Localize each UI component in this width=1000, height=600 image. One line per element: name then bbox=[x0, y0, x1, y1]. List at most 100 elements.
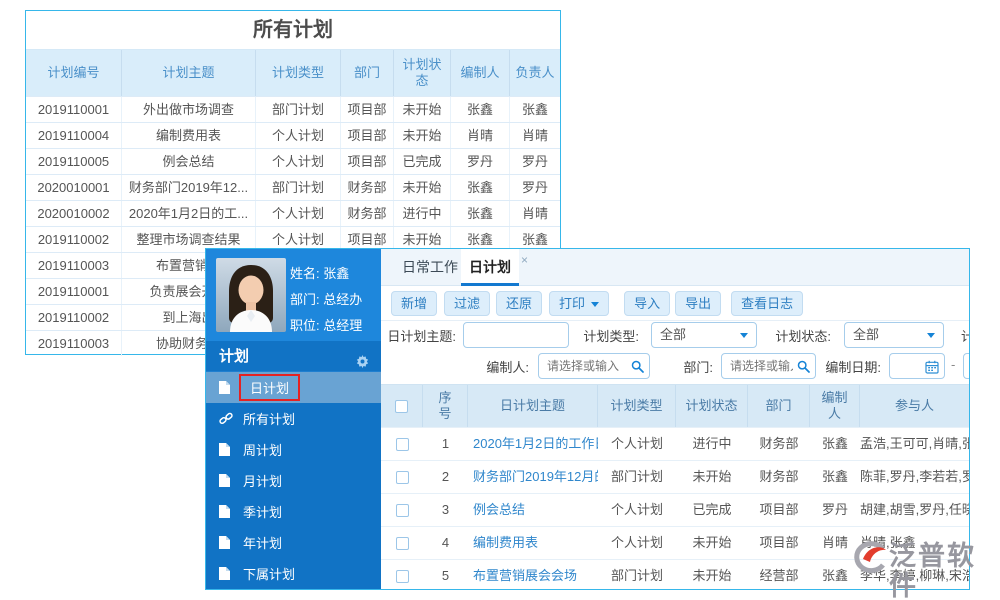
status-select-value: 全部 bbox=[853, 327, 879, 342]
cell: 肖晴 bbox=[510, 201, 560, 226]
calendar-icon[interactable] bbox=[925, 360, 939, 377]
sidebar-item-label: 所有计划 bbox=[243, 409, 295, 428]
table-row[interactable]: 2019110004 编制费用表 个人计划 项目部 未开始 肖晴 肖晴 bbox=[26, 122, 560, 148]
table-row[interactable]: 2 财务部门2019年12月的... 部门计划 未开始 财务部 张鑫 陈菲,罗丹… bbox=[381, 460, 969, 493]
cell: 罗丹 bbox=[451, 149, 510, 174]
cell: 2019110001 bbox=[26, 279, 122, 304]
cell: 张鑫 bbox=[451, 201, 510, 226]
main-content: 日常工作 日计划 × 新增 过滤 还原 打印 导入 导出 查看日志 日计划主题:… bbox=[381, 249, 969, 589]
cell: 已完成 bbox=[394, 149, 451, 174]
print-button[interactable]: 打印 bbox=[549, 291, 609, 316]
plan-subject-link[interactable]: 财务部门2019年12月的... bbox=[468, 461, 598, 493]
subject-input[interactable] bbox=[464, 323, 568, 347]
plan-table-header: 序号 日计划主题 计划类型 计划状态 部门 编制人 参与人 bbox=[381, 385, 969, 427]
cell: 个人计划 bbox=[598, 527, 676, 559]
sidebar-title: 计划 bbox=[219, 348, 249, 365]
col-header: 计划状态 bbox=[676, 385, 748, 427]
cell: 部门计划 bbox=[256, 175, 341, 200]
select-all-checkbox[interactable] bbox=[395, 400, 408, 413]
sidebar-item-daily-plan[interactable]: 日计划 bbox=[206, 372, 381, 403]
profile-department: 部门: 总经办 bbox=[290, 289, 362, 308]
date-to-input[interactable] bbox=[963, 353, 970, 379]
file-icon bbox=[219, 474, 235, 487]
all-plans-title: 所有计划 bbox=[26, 11, 560, 49]
filter-panel: 日计划主题: 计划类型: 全部 计划状态: 全部 计 编制人: 部门: bbox=[381, 321, 969, 384]
table-row[interactable]: 2020010001 财务部门2019年12... 部门计划 财务部 未开始 张… bbox=[26, 174, 560, 200]
all-plans-header-row: 计划编号 计划主题 计划类型 部门 计划状态 编制人 负责人 bbox=[26, 49, 560, 96]
cell: 财务部 bbox=[341, 175, 394, 200]
status-select[interactable]: 全部 bbox=[844, 322, 944, 348]
cell: 项目部 bbox=[748, 527, 810, 559]
col-header: 编制人 bbox=[810, 385, 860, 427]
sidebar-item-label: 日计划 bbox=[250, 381, 289, 396]
table-row[interactable]: 1 2020年1月2日的工作日... 个人计划 进行中 财务部 张鑫 孟浩,王可… bbox=[381, 427, 969, 460]
search-icon[interactable] bbox=[631, 360, 644, 376]
new-button[interactable]: 新增 bbox=[391, 291, 437, 316]
table-row[interactable]: 2019110005 例会总结 个人计划 项目部 已完成 罗丹 罗丹 bbox=[26, 148, 560, 174]
checkbox-cell bbox=[381, 428, 423, 460]
type-filter-label: 计划类型: bbox=[577, 326, 639, 345]
sidebar-item-label: 月计划 bbox=[243, 471, 282, 490]
sidebar-item-all-plans[interactable]: 所有计划 bbox=[206, 403, 381, 434]
date-from-input[interactable] bbox=[889, 353, 945, 379]
import-button[interactable]: 导入 bbox=[624, 291, 670, 316]
sidebar-item-label: 年计划 bbox=[243, 533, 282, 552]
table-row[interactable]: 2019110001 外出做市场调查 部门计划 项目部 未开始 张鑫 张鑫 bbox=[26, 96, 560, 122]
row-checkbox[interactable] bbox=[396, 504, 409, 517]
plan-subject-link[interactable]: 布置营销展会会场 bbox=[468, 560, 598, 590]
cell: 个人计划 bbox=[256, 201, 341, 226]
table-row[interactable]: 3 例会总结 个人计划 已完成 项目部 罗丹 胡建,胡雪,罗丹,任晓... bbox=[381, 493, 969, 526]
table-row[interactable]: 2020010002 2020年1月2日的工... 个人计划 财务部 进行中 张… bbox=[26, 200, 560, 226]
row-checkbox[interactable] bbox=[396, 471, 409, 484]
tab-daily-plan[interactable]: 日计划 × bbox=[461, 249, 519, 286]
col-header: 计划状态 bbox=[394, 50, 451, 96]
col-header: 计划编号 bbox=[26, 50, 122, 96]
row-checkbox[interactable] bbox=[396, 570, 409, 583]
subject-filter-input[interactable] bbox=[463, 322, 569, 348]
cell: 未开始 bbox=[676, 461, 748, 493]
cell: 部门计划 bbox=[256, 97, 341, 122]
close-icon[interactable]: × bbox=[521, 248, 528, 278]
col-header: 负责人 bbox=[510, 50, 560, 96]
dept-filter-input[interactable] bbox=[721, 353, 816, 379]
col-header: 计划类型 bbox=[256, 50, 341, 96]
toolbar: 新增 过滤 还原 打印 导入 导出 查看日志 bbox=[381, 286, 969, 321]
sidebar-item-yearly-plan[interactable]: 年计划 bbox=[206, 527, 381, 558]
row-checkbox[interactable] bbox=[396, 537, 409, 550]
filter-button[interactable]: 过滤 bbox=[444, 291, 490, 316]
watermark-logo-icon bbox=[851, 541, 887, 580]
export-button[interactable]: 导出 bbox=[675, 291, 721, 316]
cell: 项目部 bbox=[341, 149, 394, 174]
view-log-button[interactable]: 查看日志 bbox=[731, 291, 803, 316]
cell: 财务部 bbox=[341, 201, 394, 226]
daily-plan-window: 姓名: 张鑫 部门: 总经办 职位: 总经理 计划 bbox=[205, 248, 970, 590]
cell: 2020010001 bbox=[26, 175, 122, 200]
cell-no: 3 bbox=[423, 494, 468, 526]
cell: 财务部 bbox=[748, 428, 810, 460]
cell: 未开始 bbox=[676, 560, 748, 590]
restore-button[interactable]: 还原 bbox=[496, 291, 542, 316]
type-select[interactable]: 全部 bbox=[651, 322, 757, 348]
cell: 陈菲,罗丹,李若若,罗... bbox=[860, 461, 969, 493]
cell: 罗丹 bbox=[510, 175, 560, 200]
sidebar-item-quarterly-plan[interactable]: 季计划 bbox=[206, 496, 381, 527]
date-filter-label: 编制日期: bbox=[809, 357, 881, 376]
plan-subject-link[interactable]: 2020年1月2日的工作日... bbox=[468, 428, 598, 460]
status-filter-label: 计划状态: bbox=[769, 326, 831, 345]
file-icon bbox=[219, 536, 235, 549]
cell: 部门计划 bbox=[598, 560, 676, 590]
col-header: 参与人 bbox=[860, 385, 969, 427]
compiler-filter-input[interactable] bbox=[538, 353, 650, 379]
sidebar-item-weekly-plan[interactable]: 周计划 bbox=[206, 434, 381, 465]
screen: 所有计划 计划编号 计划主题 计划类型 部门 计划状态 编制人 负责人 2019… bbox=[0, 0, 1000, 600]
sidebar-item-label: 季计划 bbox=[243, 502, 282, 521]
left-panel: 姓名: 张鑫 部门: 总经办 职位: 总经理 计划 bbox=[206, 249, 381, 589]
sidebar-item-monthly-plan[interactable]: 月计划 bbox=[206, 465, 381, 496]
tab-daily-work[interactable]: 日常工作 bbox=[402, 249, 458, 285]
sidebar-item-subordinate-plan[interactable]: 下属计划 bbox=[206, 558, 381, 589]
cell: 未开始 bbox=[676, 527, 748, 559]
plan-subject-link[interactable]: 例会总结 bbox=[468, 494, 598, 526]
cell: 张鑫 bbox=[451, 97, 510, 122]
plan-subject-link[interactable]: 编制费用表 bbox=[468, 527, 598, 559]
row-checkbox[interactable] bbox=[396, 438, 409, 451]
